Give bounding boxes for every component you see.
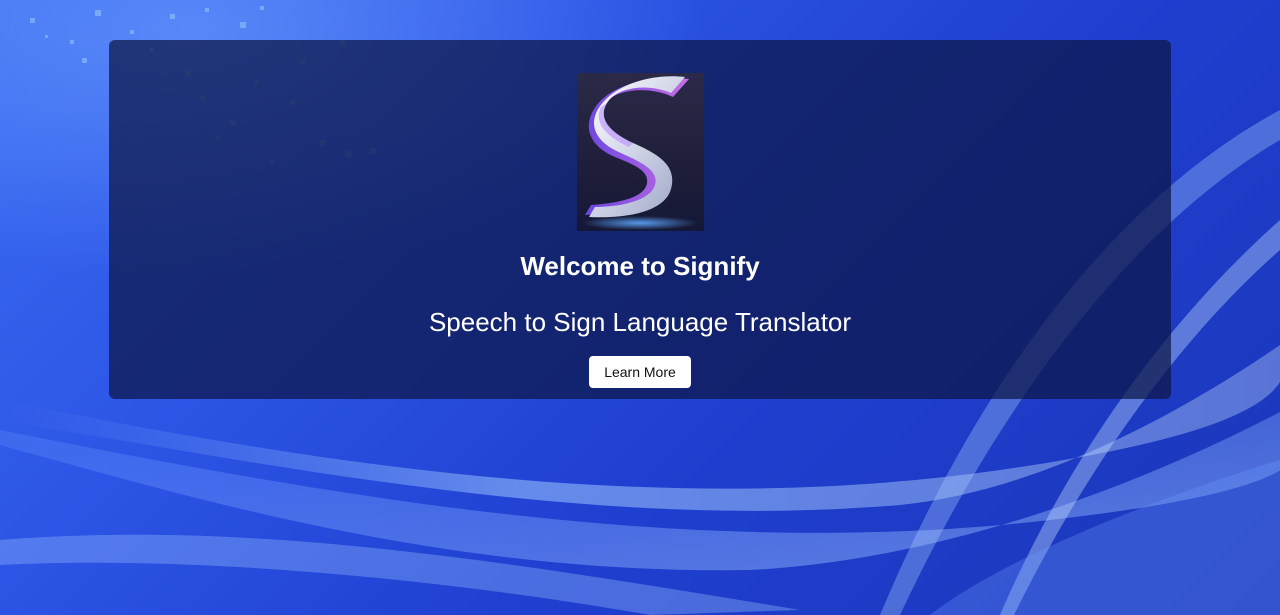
hero-subtitle: Speech to Sign Language Translator <box>428 307 852 337</box>
signify-s-logo-icon <box>576 73 704 231</box>
hero-title: Welcome to Signify <box>520 251 760 281</box>
hero-card: Welcome to Signify Speech to Sign Langua… <box>109 40 1171 399</box>
page-background: Welcome to Signify Speech to Sign Langua… <box>0 0 1280 615</box>
learn-more-button[interactable]: Learn More <box>589 356 691 388</box>
